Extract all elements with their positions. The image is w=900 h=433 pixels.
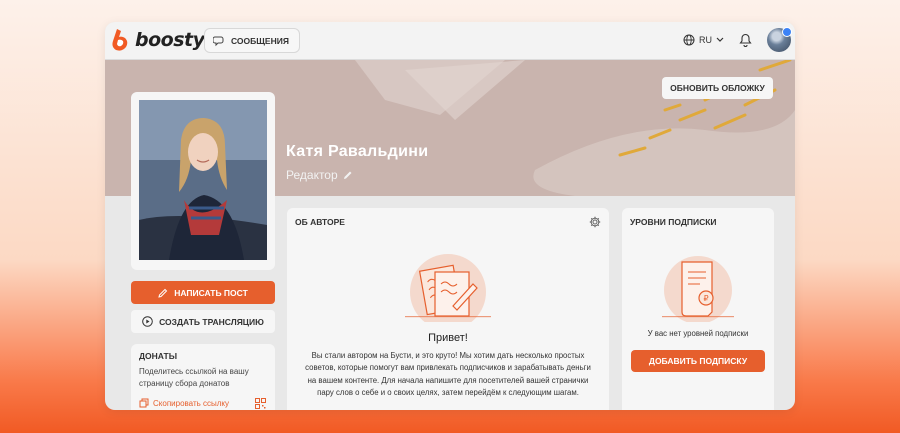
about-title: ОБ АВТОРЕ	[295, 217, 345, 227]
update-cover-button[interactable]: ОБНОВИТЬ ОБЛОЖКУ	[662, 77, 773, 99]
logo[interactable]: boosty	[111, 29, 205, 51]
profile-role[interactable]: Редактор	[286, 168, 353, 182]
subscription-levels-panel: УРОВНИ ПОДПИСКИ ₽ У вас нет уровней подп…	[622, 208, 774, 410]
profile-name: Катя Равальдини	[286, 143, 429, 160]
notification-badge	[782, 27, 792, 37]
gear-icon[interactable]	[589, 216, 601, 228]
globe-icon	[683, 34, 695, 46]
profile-photo-image	[139, 100, 267, 260]
messages-button[interactable]: СООБЩЕНИЯ	[204, 28, 300, 53]
qr-code-icon[interactable]	[255, 398, 266, 409]
copy-icon	[139, 398, 149, 408]
role-label: Редактор	[286, 168, 338, 182]
add-subscription-button[interactable]: ДОБАВИТЬ ПОДПИСКУ	[631, 350, 765, 372]
about-text: Вы стали автором на Бусти, и это круто! …	[305, 351, 591, 397]
chat-icon	[213, 36, 224, 46]
no-subscriptions-text: У вас нет уровней подписки	[647, 329, 749, 338]
donations-text: Поделитесь ссылкой на вашу страницу сбор…	[139, 367, 249, 388]
play-circle-icon	[142, 316, 153, 327]
subscriptions-title: УРОВНИ ПОДПИСКИ	[630, 217, 717, 227]
chevron-down-icon	[716, 37, 724, 42]
messages-label: СООБЩЕНИЯ	[231, 35, 289, 46]
create-stream-button[interactable]: СОЗДАТЬ ТРАНСЛЯЦИЮ	[131, 310, 275, 333]
language-selector[interactable]: RU	[683, 34, 724, 46]
bell-icon[interactable]	[739, 33, 752, 47]
pencil-icon	[158, 288, 168, 298]
top-bar: boosty СООБЩЕНИЯ RU	[105, 22, 795, 60]
copy-link-button[interactable]: Скопировать ссылку	[139, 398, 229, 408]
donations-card: ДОНАТЫ Поделитесь ссылкой на вашу страни…	[131, 344, 275, 410]
about-hello: Привет!	[428, 332, 468, 344]
svg-text:₽: ₽	[703, 294, 708, 303]
logo-text: boosty	[135, 29, 205, 51]
writing-illustration	[405, 254, 491, 322]
donations-title: ДОНАТЫ	[139, 351, 178, 361]
language-label: RU	[699, 35, 712, 45]
copy-link-label: Скопировать ссылку	[153, 398, 230, 408]
create-stream-label: СОЗДАТЬ ТРАНСЛЯЦИЮ	[159, 316, 264, 327]
write-post-button[interactable]: НАПИСАТЬ ПОСТ	[131, 281, 275, 304]
profile-photo[interactable]	[139, 100, 267, 260]
boosty-logo-icon	[112, 29, 128, 51]
about-author-panel: ОБ АВТОРЕ Привет! Вы стали автором на Бу…	[287, 208, 609, 410]
subscription-illustration: ₽	[662, 256, 734, 322]
app-window: boosty СООБЩЕНИЯ RU ОБНОВИТЬ ОБЛОЖКУ Кат…	[105, 22, 795, 410]
profile-photo-card	[131, 92, 275, 270]
write-post-label: НАПИСАТЬ ПОСТ	[174, 287, 248, 298]
pencil-icon	[343, 171, 352, 179]
